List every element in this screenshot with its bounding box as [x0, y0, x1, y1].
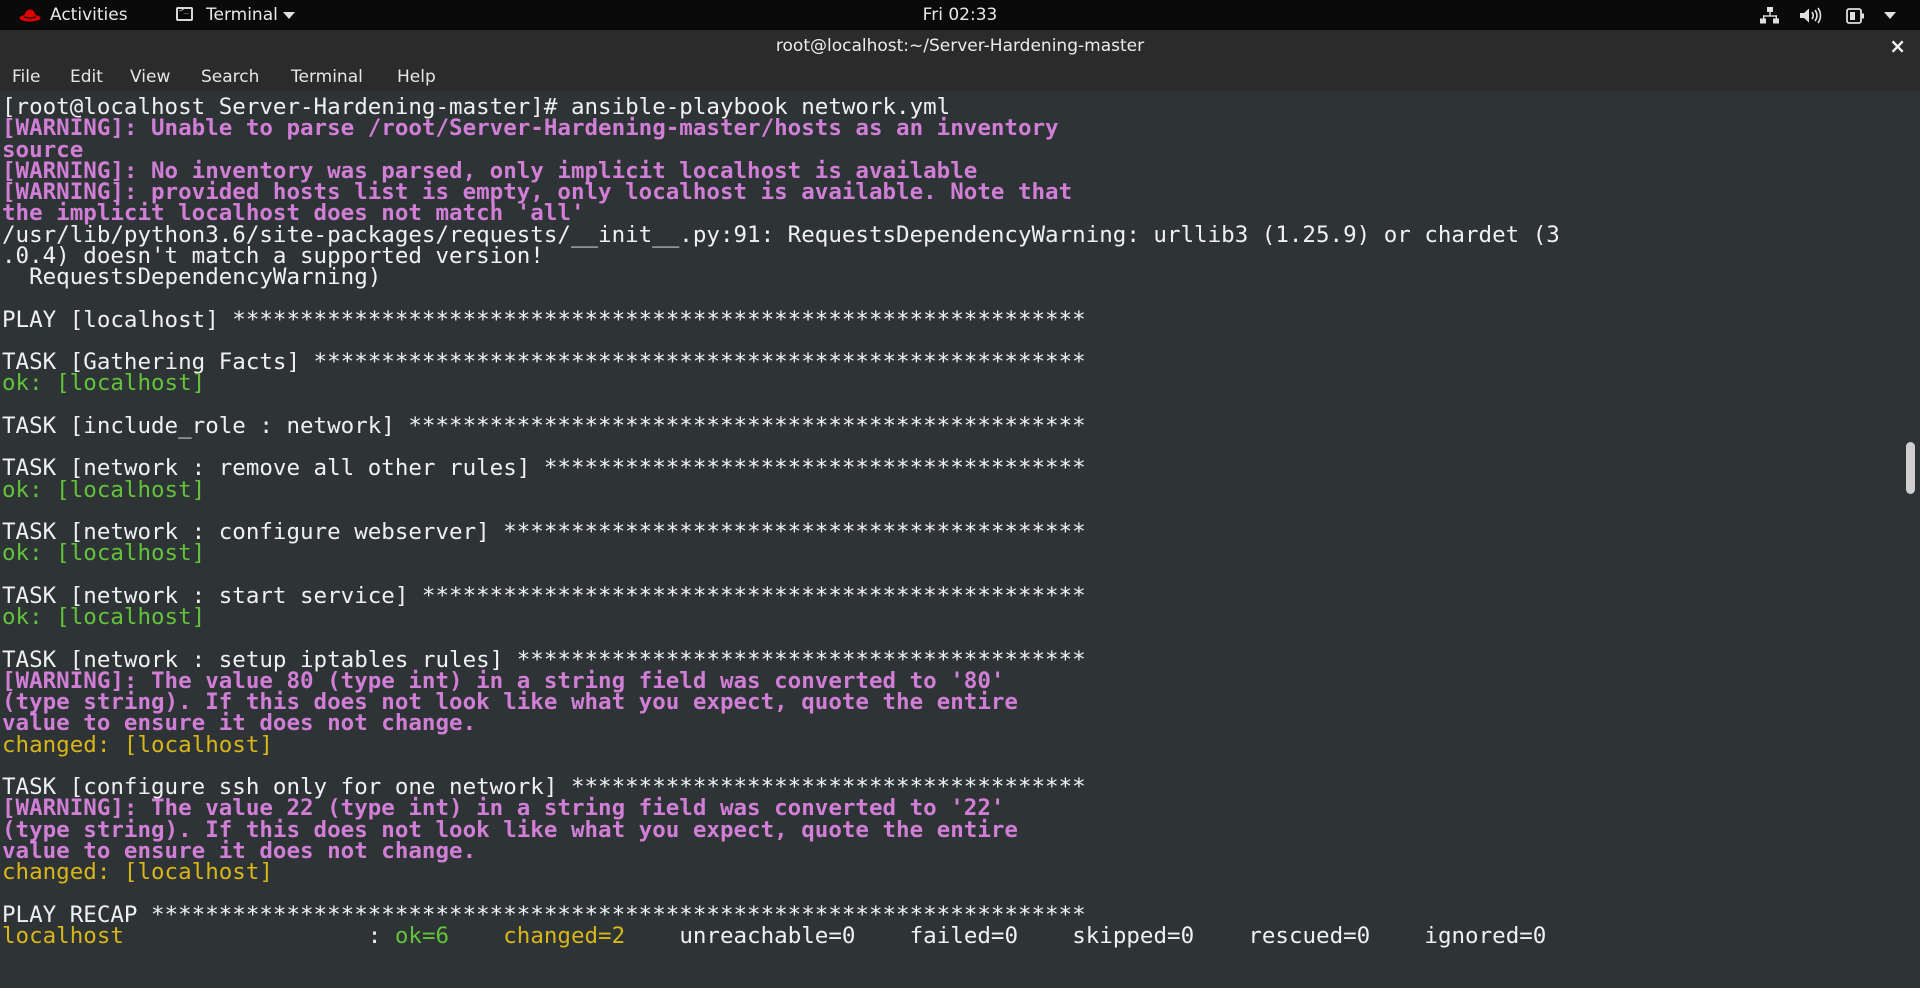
recap-ok: ok=6 [394, 922, 450, 949]
window-title: root@localhost:~/Server-Hardening-master [775, 36, 1145, 56]
window-titlebar[interactable]: root@localhost:~/Server-Hardening-master… [0, 30, 1920, 63]
menu-terminal[interactable]: Terminal [291, 63, 363, 91]
menu-help[interactable]: Help [397, 63, 436, 91]
recap-failed: failed=0 [909, 922, 1019, 949]
terminal-line: TASK [Gathering Facts] *****************… [2, 349, 1086, 375]
menu-search[interactable]: Search [201, 63, 259, 91]
terminal-line: RequestsDependencyWarning) [2, 264, 382, 290]
terminal-line: TASK [network : configure webserver] ***… [2, 519, 1086, 545]
chevron-down-icon[interactable] [1884, 12, 1896, 19]
recap-gap [625, 923, 679, 949]
recap-unreachable: unreachable=0 [679, 922, 856, 949]
terminal-line: PLAY [localhost] ***********************… [2, 306, 1086, 333]
terminal-line: [WARNING]: Unable to parse /root/Server-… [2, 115, 1059, 142]
close-icon[interactable]: × [1889, 30, 1906, 63]
terminal-line: ok: [localhost] [2, 370, 206, 397]
terminal-output[interactable]: [root@localhost Server-Hardening-master]… [0, 91, 1920, 988]
terminal-line: TASK [include_role : network] **********… [2, 412, 1086, 439]
recap-gap [1370, 923, 1424, 949]
recap-gap [855, 923, 909, 949]
recap-line: localhost : ok=6 changed=2 unreachable=0… [2, 922, 1560, 949]
menu-view[interactable]: View [130, 63, 170, 91]
recap-gap [1194, 923, 1248, 949]
terminal-line: changed: [localhost] [2, 731, 273, 758]
recap-sep: : [367, 922, 382, 949]
clock[interactable]: Fri 02:33 [0, 0, 1920, 30]
recap-changed: changed=2 [503, 922, 626, 949]
menu-edit[interactable]: Edit [70, 63, 103, 91]
top-bar: Activities Terminal Fri 02:33 [0, 0, 1920, 30]
terminal-line: ok: [localhost] [2, 604, 206, 630]
menubar: File Edit View Search Terminal Help [0, 63, 1920, 91]
recap-gap [1018, 923, 1072, 949]
recap-host: localhost [2, 922, 124, 949]
recap-gap [124, 923, 368, 949]
volume-icon[interactable] [1799, 7, 1823, 24]
power-icon[interactable] [1846, 7, 1868, 24]
terminal-line: changed: [localhost] [2, 859, 273, 885]
recap-rescued: rescued=0 [1248, 922, 1371, 949]
recap-ignored: ignored=0 [1424, 922, 1547, 949]
terminal-line: TASK [network : start service] *********… [2, 582, 1086, 609]
recap-gap [449, 923, 503, 949]
terminal-line: ok: [localhost] [2, 476, 206, 503]
recap-skipped: skipped=0 [1072, 922, 1195, 949]
terminal-line: TASK [network : remove all other rules] … [2, 455, 1086, 482]
terminal-lines: [root@localhost Server-Hardening-master]… [2, 96, 1560, 949]
terminal-line: ok: [localhost] [2, 540, 206, 567]
network-icon[interactable] [1760, 7, 1780, 24]
scrollbar-thumb[interactable] [1906, 442, 1915, 494]
menu-file[interactable]: File [12, 63, 40, 91]
recap-gap [381, 923, 395, 949]
